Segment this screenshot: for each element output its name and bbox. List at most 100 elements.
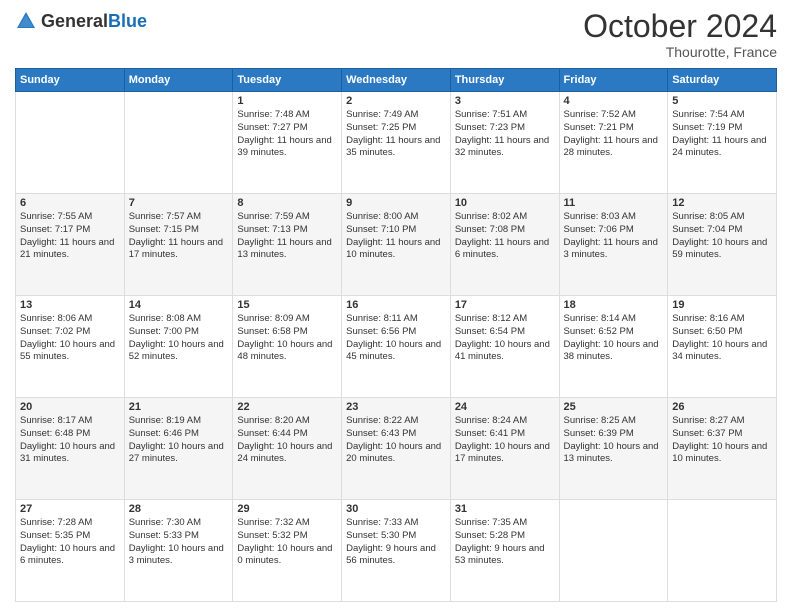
day-number: 3 [455,95,555,107]
day-number: 28 [129,503,229,515]
day-number: 5 [672,95,772,107]
day-info: Sunrise: 7:33 AMSunset: 5:30 PMDaylight:… [346,517,446,568]
calendar-cell: 5 Sunrise: 7:54 AMSunset: 7:19 PMDaylight… [668,92,777,194]
day-info: Sunrise: 7:55 AMSunset: 7:17 PMDaylight:… [20,211,120,262]
calendar-cell: 3 Sunrise: 7:51 AMSunset: 7:23 PMDaylight… [450,92,559,194]
calendar-cell: 31 Sunrise: 7:35 AMSunset: 5:28 PMDayligh… [450,500,559,602]
title-section: October 2024 Thourotte, France [583,10,777,60]
calendar-cell: 29 Sunrise: 7:32 AMSunset: 5:32 PMDayligh… [233,500,342,602]
day-number: 25 [564,401,664,413]
calendar-cell: 30 Sunrise: 7:33 AMSunset: 5:30 PMDayligh… [342,500,451,602]
day-number: 30 [346,503,446,515]
day-info: Sunrise: 8:22 AMSunset: 6:43 PMDaylight:… [346,415,446,466]
calendar-cell: 26Sunrise: 8:27 AMSunset: 6:37 PMDayligh… [668,398,777,500]
calendar-cell: 22 Sunrise: 8:20 AMSunset: 6:44 PMDayligh… [233,398,342,500]
calendar-cell [668,500,777,602]
calendar-week-row: 1 Sunrise: 7:48 AMSunset: 7:27 PMDaylight… [16,92,777,194]
day-number: 22 [237,401,337,413]
calendar-cell [16,92,125,194]
calendar-cell: 2Sunrise: 7:49 AMSunset: 7:25 PMDaylight… [342,92,451,194]
day-number: 7 [129,197,229,209]
calendar-cell: 23 Sunrise: 8:22 AMSunset: 6:43 PMDayligh… [342,398,451,500]
calendar: SundayMondayTuesdayWednesdayThursdayFrid… [15,68,777,602]
calendar-cell: 13 Sunrise: 8:06 AMSunset: 7:02 PMDayligh… [16,296,125,398]
day-info: Sunrise: 7:48 AMSunset: 7:27 PMDaylight:… [237,109,337,160]
day-info: Sunrise: 8:00 AMSunset: 7:10 PMDaylight:… [346,211,446,262]
calendar-cell: 18Sunrise: 8:14 AMSunset: 6:52 PMDayligh… [559,296,668,398]
day-info: Sunrise: 7:32 AMSunset: 5:32 PMDaylight:… [237,517,337,568]
calendar-cell: 12Sunrise: 8:05 AMSunset: 7:04 PMDayligh… [668,194,777,296]
day-info: Sunrise: 8:05 AMSunset: 7:04 PMDaylight:… [672,211,772,262]
day-number: 6 [20,197,120,209]
month-title: October 2024 [583,10,777,42]
day-number: 23 [346,401,446,413]
calendar-cell [559,500,668,602]
day-info: Sunrise: 7:52 AMSunset: 7:21 PMDaylight:… [564,109,664,160]
calendar-header: SundayMondayTuesdayWednesdayThursdayFrid… [16,69,777,92]
day-info: Sunrise: 8:03 AMSunset: 7:06 PMDaylight:… [564,211,664,262]
day-number: 10 [455,197,555,209]
day-number: 11 [564,197,664,209]
page: General Blue October 2024 Thourotte, Fra… [0,0,792,612]
day-info: Sunrise: 8:09 AMSunset: 6:58 PMDaylight:… [237,313,337,364]
calendar-week-row: 20 Sunrise: 8:17 AMSunset: 6:48 PMDayligh… [16,398,777,500]
day-info: Sunrise: 7:28 AMSunset: 5:35 PMDaylight:… [20,517,120,568]
day-number: 13 [20,299,120,311]
day-info: Sunrise: 7:35 AMSunset: 5:28 PMDaylight:… [455,517,555,568]
calendar-cell: 7 Sunrise: 7:57 AMSunset: 7:15 PMDaylight… [124,194,233,296]
day-number: 1 [237,95,337,107]
weekday-header: Thursday [450,69,559,92]
calendar-cell: 11 Sunrise: 8:03 AMSunset: 7:06 PMDayligh… [559,194,668,296]
day-info: Sunrise: 8:20 AMSunset: 6:44 PMDaylight:… [237,415,337,466]
day-number: 24 [455,401,555,413]
weekday-header: Saturday [668,69,777,92]
calendar-week-row: 6 Sunrise: 7:55 AMSunset: 7:17 PMDaylight… [16,194,777,296]
day-number: 19 [672,299,772,311]
calendar-cell: 9 Sunrise: 8:00 AMSunset: 7:10 PMDaylight… [342,194,451,296]
day-info: Sunrise: 8:02 AMSunset: 7:08 PMDaylight:… [455,211,555,262]
day-info: Sunrise: 7:57 AMSunset: 7:15 PMDaylight:… [129,211,229,262]
day-number: 29 [237,503,337,515]
day-number: 17 [455,299,555,311]
day-number: 21 [129,401,229,413]
day-number: 31 [455,503,555,515]
logo-icon [15,10,37,32]
day-info: Sunrise: 7:54 AMSunset: 7:19 PMDaylight:… [672,109,772,160]
calendar-cell: 16Sunrise: 8:11 AMSunset: 6:56 PMDayligh… [342,296,451,398]
day-info: Sunrise: 8:14 AMSunset: 6:52 PMDaylight:… [564,313,664,364]
weekday-header: Wednesday [342,69,451,92]
day-number: 27 [20,503,120,515]
day-info: Sunrise: 7:51 AMSunset: 7:23 PMDaylight:… [455,109,555,160]
weekday-header: Monday [124,69,233,92]
day-number: 20 [20,401,120,413]
calendar-cell: 20 Sunrise: 8:17 AMSunset: 6:48 PMDayligh… [16,398,125,500]
calendar-cell: 28Sunrise: 7:30 AMSunset: 5:33 PMDayligh… [124,500,233,602]
calendar-cell: 24 Sunrise: 8:24 AMSunset: 6:41 PMDayligh… [450,398,559,500]
weekday-header: Sunday [16,69,125,92]
day-info: Sunrise: 8:06 AMSunset: 7:02 PMDaylight:… [20,313,120,364]
calendar-cell: 4 Sunrise: 7:52 AMSunset: 7:21 PMDaylight… [559,92,668,194]
day-info: Sunrise: 8:27 AMSunset: 6:37 PMDaylight:… [672,415,772,466]
day-info: Sunrise: 8:25 AMSunset: 6:39 PMDaylight:… [564,415,664,466]
calendar-cell: 6 Sunrise: 7:55 AMSunset: 7:17 PMDaylight… [16,194,125,296]
location: Thourotte, France [583,44,777,60]
calendar-cell: 17Sunrise: 8:12 AMSunset: 6:54 PMDayligh… [450,296,559,398]
calendar-cell: 21 Sunrise: 8:19 AMSunset: 6:46 PMDayligh… [124,398,233,500]
day-info: Sunrise: 8:19 AMSunset: 6:46 PMDaylight:… [129,415,229,466]
calendar-cell: 1 Sunrise: 7:48 AMSunset: 7:27 PMDaylight… [233,92,342,194]
calendar-body: 1 Sunrise: 7:48 AMSunset: 7:27 PMDaylight… [16,92,777,602]
day-number: 2 [346,95,446,107]
calendar-cell: 15 Sunrise: 8:09 AMSunset: 6:58 PMDayligh… [233,296,342,398]
day-info: Sunrise: 8:17 AMSunset: 6:48 PMDaylight:… [20,415,120,466]
day-number: 15 [237,299,337,311]
calendar-cell: 19Sunrise: 8:16 AMSunset: 6:50 PMDayligh… [668,296,777,398]
day-number: 4 [564,95,664,107]
day-info: Sunrise: 8:24 AMSunset: 6:41 PMDaylight:… [455,415,555,466]
header: General Blue October 2024 Thourotte, Fra… [15,10,777,60]
calendar-cell: 10 Sunrise: 8:02 AMSunset: 7:08 PMDayligh… [450,194,559,296]
day-number: 14 [129,299,229,311]
logo-general: General [41,12,108,30]
day-number: 8 [237,197,337,209]
day-number: 16 [346,299,446,311]
day-number: 9 [346,197,446,209]
